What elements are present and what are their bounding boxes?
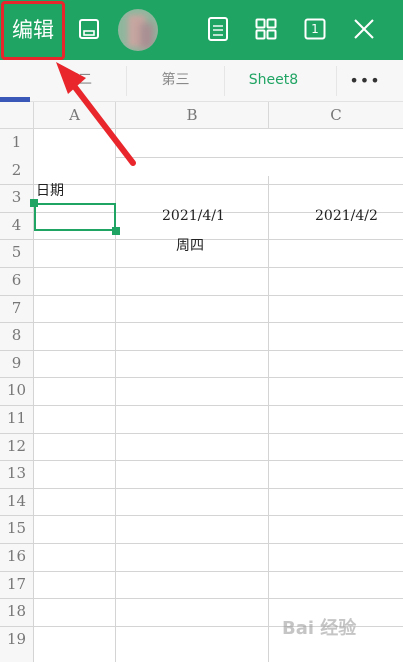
row-gridline (0, 460, 403, 462)
selection-handle-bottom-right[interactable] (112, 227, 120, 235)
row-header[interactable]: 3 (0, 184, 33, 212)
selection-handle-top-left[interactable] (30, 199, 38, 207)
row-gridline (0, 377, 403, 379)
row-gridline (0, 349, 403, 351)
row-header[interactable]: 14 (0, 488, 33, 516)
avatar[interactable] (118, 9, 158, 51)
row-header[interactable]: 17 (0, 571, 33, 599)
file-info-icon[interactable] (203, 14, 233, 44)
row-header[interactable]: 1 (0, 129, 33, 157)
row-gridline (115, 156, 403, 158)
row-header[interactable]: 19 (0, 626, 33, 654)
page-count-icon[interactable]: 1 (300, 14, 330, 44)
annotation-highlight-box (1, 1, 65, 60)
column-gridline (268, 176, 269, 662)
tab-sheet8[interactable]: Sheet8 (225, 60, 322, 101)
row-header[interactable]: 12 (0, 433, 33, 461)
column-header-b[interactable]: B (115, 102, 268, 129)
row-header[interactable]: 8 (0, 322, 33, 350)
column-header-c[interactable]: C (268, 102, 403, 129)
row-header[interactable]: 6 (0, 267, 33, 295)
row-gridline (0, 543, 403, 544)
row-header[interactable]: 2 (0, 157, 33, 185)
page-count-label: 1 (311, 22, 319, 36)
cell-b4[interactable]: 周四 (176, 235, 204, 255)
row-header[interactable]: 11 (0, 405, 33, 433)
cell-a2[interactable]: 日期 (36, 180, 64, 200)
row-gridline (0, 294, 403, 296)
tab-sheet-3[interactable]: 第三 (127, 60, 224, 101)
cell-c3[interactable]: 2021/4/2 (315, 208, 378, 224)
column-header-a[interactable]: A (33, 102, 115, 129)
row-gridline (0, 570, 403, 572)
row-header[interactable]: 7 (0, 295, 33, 323)
row-gridline (0, 432, 403, 434)
row-header[interactable]: 18 (0, 598, 33, 626)
row-header[interactable]: 10 (0, 377, 33, 405)
row-gridline (0, 515, 403, 517)
tab-sheet-2[interactable]: 第二 (30, 60, 126, 101)
row-gridline (0, 405, 403, 406)
cell-b3[interactable]: 2021/4/1 (162, 208, 225, 224)
more-tabs-button[interactable]: ••• (337, 60, 393, 101)
grid-view-icon[interactable] (251, 14, 281, 44)
sheet-tab-bar: 第二 第三 Sheet8 ••• (0, 60, 403, 102)
row-header[interactable]: 5 (0, 239, 33, 267)
row-gridline (0, 598, 403, 600)
row-gridline (0, 487, 403, 489)
row-gridline (0, 267, 403, 268)
save-icon[interactable] (74, 14, 104, 44)
row-header[interactable]: 9 (0, 350, 33, 378)
row-gridline (0, 322, 403, 324)
row-header[interactable]: 4 (0, 212, 33, 240)
row-header[interactable]: 15 (0, 515, 33, 543)
selected-cell-a3[interactable] (34, 203, 116, 231)
close-icon[interactable] (349, 14, 379, 44)
select-all-corner[interactable] (0, 102, 33, 129)
row-header[interactable]: 16 (0, 543, 33, 571)
baidu-watermark: Bai 经验 (282, 618, 357, 639)
row-header[interactable]: 13 (0, 460, 33, 488)
